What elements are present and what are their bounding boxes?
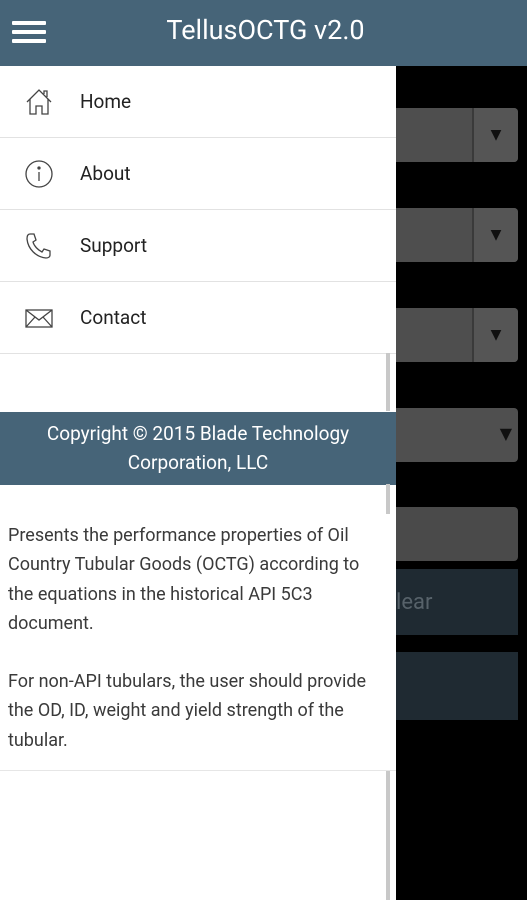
info-icon [0,159,80,189]
nav-item-contact[interactable]: Contact [0,282,396,354]
background-dropdown-4: ▼ [396,408,518,462]
nav-label-about: About [80,162,131,185]
drawer-spacer [0,354,396,412]
app-title: TellusOCTG v2.0 [166,14,365,46]
nav-label-home: Home [80,90,132,113]
background-button [396,652,518,720]
mail-icon [0,303,80,333]
background-content: ▼ ▼ ▼ ▼ lear [396,66,527,900]
dropdown-arrow-icon: ▼ [499,424,512,443]
description-paragraph-1: Presents the performance properties of O… [8,525,360,634]
nav-label-support: Support [80,234,148,257]
background-dropdown-3: ▼ [396,308,518,362]
home-icon [0,87,80,117]
nav-label-contact: Contact [80,306,147,329]
app-bar: TellusOCTG v2.0 [0,0,527,66]
nav-item-support[interactable]: Support [0,210,396,282]
app-description: Presents the performance properties of O… [0,485,396,771]
background-clear-button: lear [396,569,518,635]
dropdown-arrow-icon: ▼ [472,308,518,362]
dropdown-arrow-icon: ▼ [472,208,518,262]
background-input [396,507,518,561]
scrollbar-segment[interactable] [386,771,390,900]
dropdown-arrow-icon: ▼ [472,108,518,162]
description-paragraph-2: For non-API tubulars, the user should pr… [8,671,367,751]
background-clear-label: lear [396,589,433,615]
phone-icon [0,231,80,261]
copyright-banner: Copyright © 2015 Blade Technology Corpor… [0,412,396,485]
copyright-line-1: Copyright © 2015 Blade Technology [46,422,350,445]
background-dropdown-1: ▼ [396,108,518,162]
copyright-line-2: Corporation, LLC [127,451,269,474]
nav-item-about[interactable]: About [0,138,396,210]
scrollbar-segment[interactable] [386,484,390,514]
navigation-drawer: Home About Support Contact Copyright © 2… [0,66,396,900]
nav-item-home[interactable]: Home [0,66,396,138]
scrollbar-segment[interactable] [386,353,390,411]
background-dropdown-2: ▼ [396,208,518,262]
